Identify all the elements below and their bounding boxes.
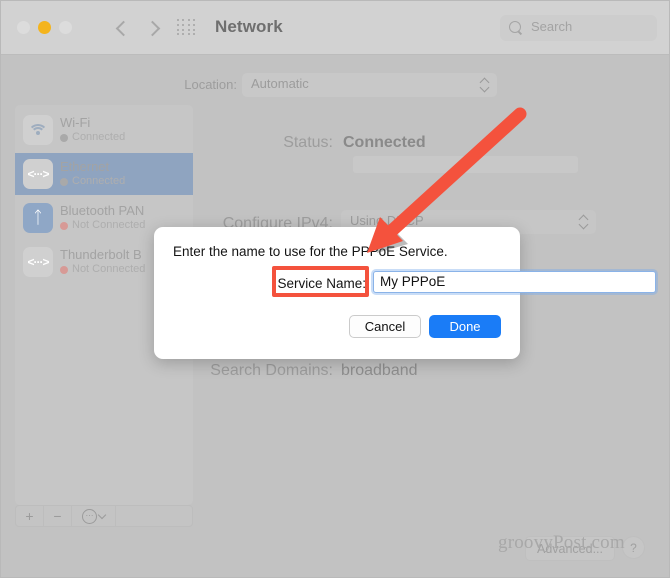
help-button[interactable]: ? xyxy=(622,536,645,559)
sidebar-item-status: Not Connected xyxy=(60,263,146,276)
traffic-light-buttons xyxy=(17,21,72,34)
ellipsis-circle-icon: ⋯ xyxy=(82,508,97,524)
status-value: Connected xyxy=(343,134,426,151)
cancel-button[interactable]: Cancel xyxy=(349,315,421,338)
search-icon xyxy=(509,21,521,33)
sidebar-item-label: Thunderbolt B xyxy=(60,247,142,263)
sidebar-item-wi-fi[interactable]: Wi-Fi Connected xyxy=(15,109,193,151)
search-domains-value: broadband xyxy=(341,362,418,379)
status-dot-icon xyxy=(60,177,68,186)
status-dot-icon xyxy=(60,221,68,230)
close-button[interactable] xyxy=(17,21,30,34)
wifi-icon xyxy=(23,115,53,145)
status-text: Not Connected xyxy=(72,263,146,276)
sidebar-toolbar: + − ⋯ xyxy=(15,505,193,527)
sidebar-item-status: Connected xyxy=(60,131,126,144)
sidebar-item-status: Connected xyxy=(60,175,126,188)
watermark: groovyPost.com xyxy=(498,532,625,553)
service-name-value: My PPPoE xyxy=(380,274,446,289)
sidebar-item-label: Ethernet xyxy=(60,159,110,175)
status-detail-blur xyxy=(353,156,578,173)
status-text: Not Connected xyxy=(72,219,146,232)
service-name-label: Service Name: xyxy=(277,276,366,291)
chevron-down-icon xyxy=(97,510,107,519)
bluetooth-icon: ᛏ xyxy=(23,203,53,233)
navigation-buttons xyxy=(114,15,162,41)
status-text: Connected xyxy=(72,175,126,188)
page-title: Network xyxy=(215,17,283,36)
status-dot-icon xyxy=(60,133,68,142)
forward-chevron-icon[interactable] xyxy=(147,15,162,41)
remove-service-button[interactable]: − xyxy=(44,506,72,526)
back-chevron-icon[interactable] xyxy=(114,15,129,41)
status-label: Status: xyxy=(283,134,333,151)
search-placeholder: Search xyxy=(531,19,573,34)
zoom-button[interactable] xyxy=(59,21,72,34)
window-titlebar: Network Search xyxy=(1,1,669,55)
ethernet-icon: <···> xyxy=(23,159,53,189)
service-name-input[interactable]: My PPPoE xyxy=(373,271,656,293)
minimize-button[interactable] xyxy=(38,21,51,34)
sidebar-item-status: Not Connected xyxy=(60,219,146,232)
service-actions-button[interactable]: ⋯ xyxy=(72,506,116,526)
add-service-button[interactable]: + xyxy=(16,506,44,526)
show-all-grid-icon[interactable] xyxy=(177,19,197,37)
ethernet-icon: <···> xyxy=(23,247,53,277)
status-text: Connected xyxy=(72,131,126,144)
search-field[interactable]: Search xyxy=(500,15,657,41)
configure-ipv4-value: Using DHCP xyxy=(350,213,424,228)
sidebar-item-label: Wi-Fi xyxy=(60,115,91,131)
network-preferences-window: Network Search Location: Automatic Statu… xyxy=(0,0,670,578)
search-domains-label: Search Domains: xyxy=(210,362,333,379)
status-dot-icon xyxy=(60,265,68,274)
sidebar-item-label: Bluetooth PAN xyxy=(60,203,145,219)
configure-updown-chevron-icon xyxy=(580,214,589,230)
pppoe-service-name-dialog: Enter the name to use for the PPPoE Serv… xyxy=(154,227,656,359)
done-button[interactable]: Done xyxy=(429,315,501,338)
dialog-title: Enter the name to use for the PPPoE Serv… xyxy=(173,244,448,259)
sidebar-item-ethernet[interactable]: <···> Ethernet Connected xyxy=(15,153,193,195)
